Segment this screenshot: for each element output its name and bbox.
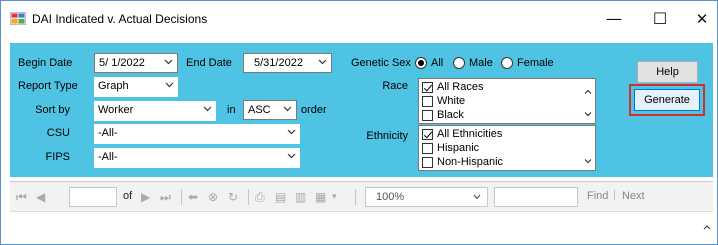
order-value: ASC xyxy=(248,104,271,116)
page-setup-icon[interactable]: ▥ xyxy=(295,190,306,204)
sex-male-label: Male xyxy=(469,57,493,69)
ethnicity-all-label: All Ethnicities xyxy=(437,128,503,140)
zoom-value: 100% xyxy=(376,191,405,203)
report-type-label: Report Type xyxy=(18,80,78,92)
criteria-panel: Begin Date 5/ 1/2022 End Date 5/31/2022 … xyxy=(10,43,713,177)
main-window: DAI Indicated v. Actual Decisions — ☐ ✕ … xyxy=(0,0,718,245)
generate-button[interactable]: Generate xyxy=(634,89,700,111)
ethnicity-list[interactable]: All Ethnicities Hispanic Non-Hispanic xyxy=(418,125,596,171)
sort-by-select[interactable]: Worker xyxy=(94,101,216,121)
begin-date-label: Begin Date xyxy=(18,57,73,69)
report-toolbar: ⏮ ◀ of ▶ ⏭ ⬅ ⊗ ↻ ⎙ ▤ ▥ ▦ ▾ 100% Find | N… xyxy=(10,182,713,212)
first-page-icon[interactable]: ⏮ xyxy=(16,190,27,205)
chevron-down-icon[interactable] xyxy=(283,104,292,113)
end-date-picker[interactable]: 5/31/2022 xyxy=(243,53,332,73)
chevron-down-icon[interactable] xyxy=(318,57,327,66)
sex-all-label: All xyxy=(431,57,444,69)
window-title: DAI Indicated v. Actual Decisions xyxy=(32,12,208,26)
export-icon[interactable]: ▦ xyxy=(315,190,326,204)
csu-label: CSU xyxy=(46,127,70,139)
find-separator: | xyxy=(613,189,616,201)
page-number-input[interactable] xyxy=(69,187,117,207)
last-page-icon[interactable]: ⏭ xyxy=(160,190,171,205)
scroll-down-icon[interactable] xyxy=(583,156,593,166)
chevron-down-icon[interactable]: ▾ xyxy=(332,192,337,202)
close-button[interactable]: ✕ xyxy=(681,1,718,37)
title-bar: DAI Indicated v. Actual Decisions — ☐ ✕ xyxy=(1,1,717,37)
begin-date-value: 5/ 1/2022 xyxy=(99,57,145,69)
csu-value: -All- xyxy=(98,127,118,139)
ethnicity-hispanic-label: Hispanic xyxy=(437,142,480,154)
maximize-button[interactable]: ☐ xyxy=(639,1,681,37)
order-select[interactable]: ASC xyxy=(243,100,297,120)
chevron-down-icon[interactable] xyxy=(287,127,296,136)
race-black-checkbox[interactable] xyxy=(422,110,433,121)
race-label: Race xyxy=(382,80,408,92)
order-label: order xyxy=(301,104,327,116)
genetic-sex-label: Genetic Sex xyxy=(351,57,411,69)
report-type-value: Graph xyxy=(98,80,129,92)
fips-label: FIPS xyxy=(45,151,70,163)
find-next-link[interactable]: Next xyxy=(622,190,645,202)
race-black-label: Black xyxy=(437,109,464,121)
chevron-down-icon[interactable] xyxy=(164,57,173,66)
ethnicity-label: Ethnicity xyxy=(366,130,408,142)
page-of-label: of xyxy=(123,190,133,202)
race-all-label: All Races xyxy=(437,81,484,93)
report-viewer: ⏮ ◀ of ▶ ⏭ ⬅ ⊗ ↻ ⎙ ▤ ▥ ▦ ▾ 100% Find | N… xyxy=(10,181,713,239)
next-page-icon[interactable]: ▶ xyxy=(141,190,150,204)
find-input[interactable] xyxy=(494,187,578,207)
sex-female-label: Female xyxy=(517,57,554,69)
scroll-down-icon[interactable] xyxy=(583,109,593,119)
scroll-up-icon[interactable] xyxy=(701,214,713,238)
ethnicity-hispanic-checkbox[interactable] xyxy=(422,143,433,154)
sex-all-radio[interactable] xyxy=(415,57,427,69)
in-label: in xyxy=(227,104,236,116)
race-white-checkbox[interactable] xyxy=(422,96,433,107)
previous-page-icon[interactable]: ◀ xyxy=(36,190,45,204)
ethnicity-all-checkbox[interactable] xyxy=(422,129,433,140)
fips-value: -All- xyxy=(98,151,118,163)
report-type-select[interactable]: Graph xyxy=(94,77,178,97)
race-all-checkbox[interactable] xyxy=(422,82,433,93)
stop-icon[interactable]: ⊗ xyxy=(208,190,218,204)
chevron-down-icon[interactable] xyxy=(203,104,212,113)
csu-select[interactable]: -All- xyxy=(94,124,300,144)
sex-female-radio[interactable] xyxy=(501,57,513,69)
sort-by-label: Sort by xyxy=(35,104,70,116)
fips-select[interactable]: -All- xyxy=(94,148,300,168)
chevron-down-icon[interactable] xyxy=(165,80,174,89)
end-date-value: 5/31/2022 xyxy=(254,57,303,69)
app-icon xyxy=(10,12,26,25)
chevron-down-icon[interactable] xyxy=(287,151,296,160)
end-date-label: End Date xyxy=(186,57,232,69)
toolbar-separator xyxy=(248,189,249,205)
sort-by-value: Worker xyxy=(98,104,134,116)
find-link[interactable]: Find xyxy=(587,190,608,202)
begin-date-picker[interactable]: 5/ 1/2022 xyxy=(94,53,178,73)
toolbar-separator xyxy=(181,189,182,205)
ethnicity-nonhispanic-checkbox[interactable] xyxy=(422,157,433,168)
print-icon[interactable]: ⎙ xyxy=(255,190,265,205)
scroll-up-icon[interactable] xyxy=(583,87,593,97)
race-list[interactable]: All Races White Black xyxy=(418,78,596,124)
refresh-icon[interactable]: ↻ xyxy=(228,190,238,204)
zoom-select[interactable]: 100% xyxy=(365,187,488,207)
help-button[interactable]: Help xyxy=(637,61,698,83)
print-layout-icon[interactable]: ▤ xyxy=(275,190,286,204)
sex-male-radio[interactable] xyxy=(453,57,465,69)
back-icon[interactable]: ⬅ xyxy=(188,190,198,204)
toolbar-separator xyxy=(355,189,356,205)
race-white-label: White xyxy=(437,95,466,107)
minimize-button[interactable]: — xyxy=(593,1,635,37)
ethnicity-nonhispanic-label: Non-Hispanic xyxy=(437,156,504,168)
chevron-down-icon[interactable] xyxy=(473,194,481,200)
